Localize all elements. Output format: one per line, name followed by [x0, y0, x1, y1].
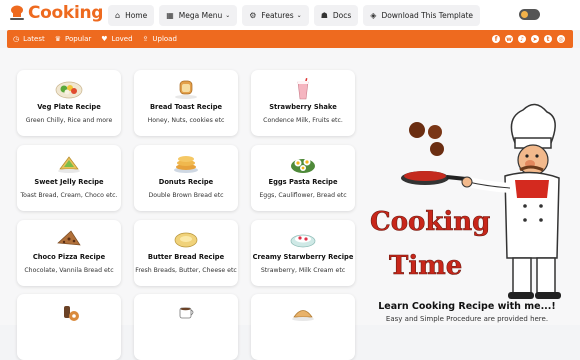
art-text-cooking: Cooking [370, 207, 490, 237]
home-icon: ⌂ [115, 11, 121, 20]
nav-docs-label: Docs [332, 11, 352, 20]
card-title: Bread Toast Recipe [149, 103, 223, 111]
dark-mode-toggle[interactable] [519, 9, 540, 20]
recipe-card[interactable]: Butter Bread Recipe Fresh Breads, Butter… [134, 220, 238, 286]
nav-home[interactable]: ⌂ Home [108, 5, 155, 26]
instagram-icon[interactable]: ◎ [557, 35, 565, 43]
card-subtitle: Chocolate, Vannila Bread etc [24, 267, 114, 274]
doc-icon: ☗ [320, 11, 328, 20]
subnav-upload-label: Upload [152, 35, 177, 43]
nav-home-label: Home [125, 11, 148, 20]
coffee-image [179, 307, 194, 319]
card-subtitle: Green Chilly, Rice and more [25, 117, 113, 124]
recipe-card[interactable]: Sweet Jelly Recipe Toast Bread, Cream, C… [17, 145, 121, 211]
chef-illustration: Cooking Time [370, 103, 561, 299]
pastry-image [292, 310, 314, 321]
recipe-card[interactable]: Donuts Recipe Double Brown Bread etc [134, 145, 238, 211]
nav-features[interactable]: ⚙ Features ⌄ [242, 5, 309, 26]
logo-text: Cooking [28, 3, 104, 23]
top-header: Cooking ⌂ Home ▦ Mega Menu ⌄ ⚙ Features … [0, 0, 580, 30]
card-subtitle: Strawberry, Milk Cream etc [260, 267, 346, 274]
nav-mega-menu[interactable]: ▦ Mega Menu ⌄ [159, 5, 238, 26]
card-title: Eggs Pasta Recipe [268, 178, 338, 186]
download-icon: ◈ [370, 11, 377, 20]
veg-plate-image [55, 81, 83, 99]
recipe-card[interactable] [17, 294, 121, 360]
recipe-card[interactable]: Veg Plate Recipe Green Chilly, Rice and … [17, 70, 121, 136]
subnav-loved[interactable]: ♥ Loved [101, 35, 132, 43]
toggle-knob [521, 11, 528, 18]
recipe-card[interactable] [251, 294, 355, 360]
twitter-icon[interactable]: t [544, 35, 552, 43]
art-text-time: Time [389, 251, 462, 281]
subnav-latest-label: Latest [23, 35, 45, 43]
card-title: Strawberry Shake [269, 103, 337, 111]
nav-mega-menu-label: Mega Menu [178, 11, 223, 20]
recipe-card[interactable]: Eggs Pasta Recipe Eggs, Cauliflower, Bre… [251, 145, 355, 211]
donuts-image [174, 156, 198, 173]
card-title: Butter Bread Recipe [147, 253, 225, 261]
card-subtitle: Condence Milk, Fruits etc. [263, 117, 343, 124]
promo-title: Learn Cooking Recipe with me...! [378, 301, 556, 312]
card-subtitle: Honey, Nuts, cookies etc [147, 117, 225, 124]
creamy-strawberry-image [290, 234, 316, 248]
butter-bread-image [174, 232, 198, 248]
recipe-card[interactable]: Strawberry Shake Condence Milk, Fruits e… [251, 70, 355, 136]
whatsapp-icon[interactable]: w [505, 35, 513, 43]
subnav-popular[interactable]: ♛ Popular [55, 35, 92, 43]
upload-icon: ⇪ [142, 35, 149, 43]
main-nav: ⌂ Home ▦ Mega Menu ⌄ ⚙ Features ⌄ ☗ Docs… [108, 5, 481, 26]
subnav-upload[interactable]: ⇪ Upload [143, 35, 177, 43]
subnav-popular-label: Popular [65, 35, 92, 43]
nav-download-label: Download This Template [381, 11, 474, 20]
subnav-loved-label: Loved [111, 35, 133, 43]
card-subtitle: Eggs, Cauliflower, Bread etc [259, 192, 347, 199]
card-subtitle: Double Brown Bread etc [148, 192, 224, 199]
card-subtitle: Fresh Breads, Butter, Cheese etc [135, 267, 237, 274]
choco-pizza-image [57, 230, 81, 246]
strawberry-shake-image [297, 78, 309, 100]
recipe-card[interactable]: Choco Pizza Recipe Chocolate, Vannila Br… [17, 220, 121, 286]
secondary-nav-bar: ◷ Latest ♛ Popular ♥ Loved ⇪ Upload f w … [7, 30, 573, 48]
card-title: Veg Plate Recipe [37, 103, 101, 111]
clock-icon: ◷ [13, 35, 20, 43]
subnav-latest[interactable]: ◷ Latest [13, 35, 45, 43]
promo-subtitle: Easy and Simple Procedure are provided h… [385, 315, 549, 323]
site-logo[interactable]: Cooking [8, 3, 103, 23]
sweet-jelly-image [58, 156, 80, 173]
card-title: Sweet Jelly Recipe [34, 178, 104, 186]
nav-docs[interactable]: ☗ Docs [313, 5, 359, 26]
social-links: f w ♪ ➤ t ◎ [492, 30, 565, 48]
card-title: Creamy Starwberry Recipe [252, 253, 354, 261]
card-subtitle: Toast Bread, Cream, Choco etc. [20, 192, 118, 199]
recipe-card[interactable] [134, 294, 238, 360]
tiktok-icon[interactable]: ♪ [518, 35, 526, 43]
card-title: Choco Pizza Recipe [32, 253, 106, 261]
eggs-pasta-image [291, 158, 315, 173]
recipe-card[interactable]: Bread Toast Recipe Honey, Nuts, cookies … [134, 70, 238, 136]
grid-icon: ▦ [166, 11, 174, 20]
gear-icon: ⚙ [249, 11, 257, 20]
chevron-down-icon: ⌄ [225, 12, 231, 19]
nav-features-label: Features [261, 11, 294, 20]
chevron-down-icon: ⌄ [296, 12, 302, 19]
dessert-image [64, 306, 79, 321]
nav-download[interactable]: ◈ Download This Template [363, 5, 481, 26]
chef-hat-icon [10, 5, 24, 20]
heart-icon: ♥ [101, 35, 108, 43]
recipe-card[interactable]: Creamy Starwberry Recipe Strawberry, Mil… [251, 220, 355, 286]
card-title: Donuts Recipe [158, 178, 214, 186]
bread-toast-image [175, 80, 197, 99]
facebook-icon[interactable]: f [492, 35, 500, 43]
trophy-icon: ♛ [54, 35, 62, 43]
telegram-icon[interactable]: ➤ [531, 35, 539, 43]
